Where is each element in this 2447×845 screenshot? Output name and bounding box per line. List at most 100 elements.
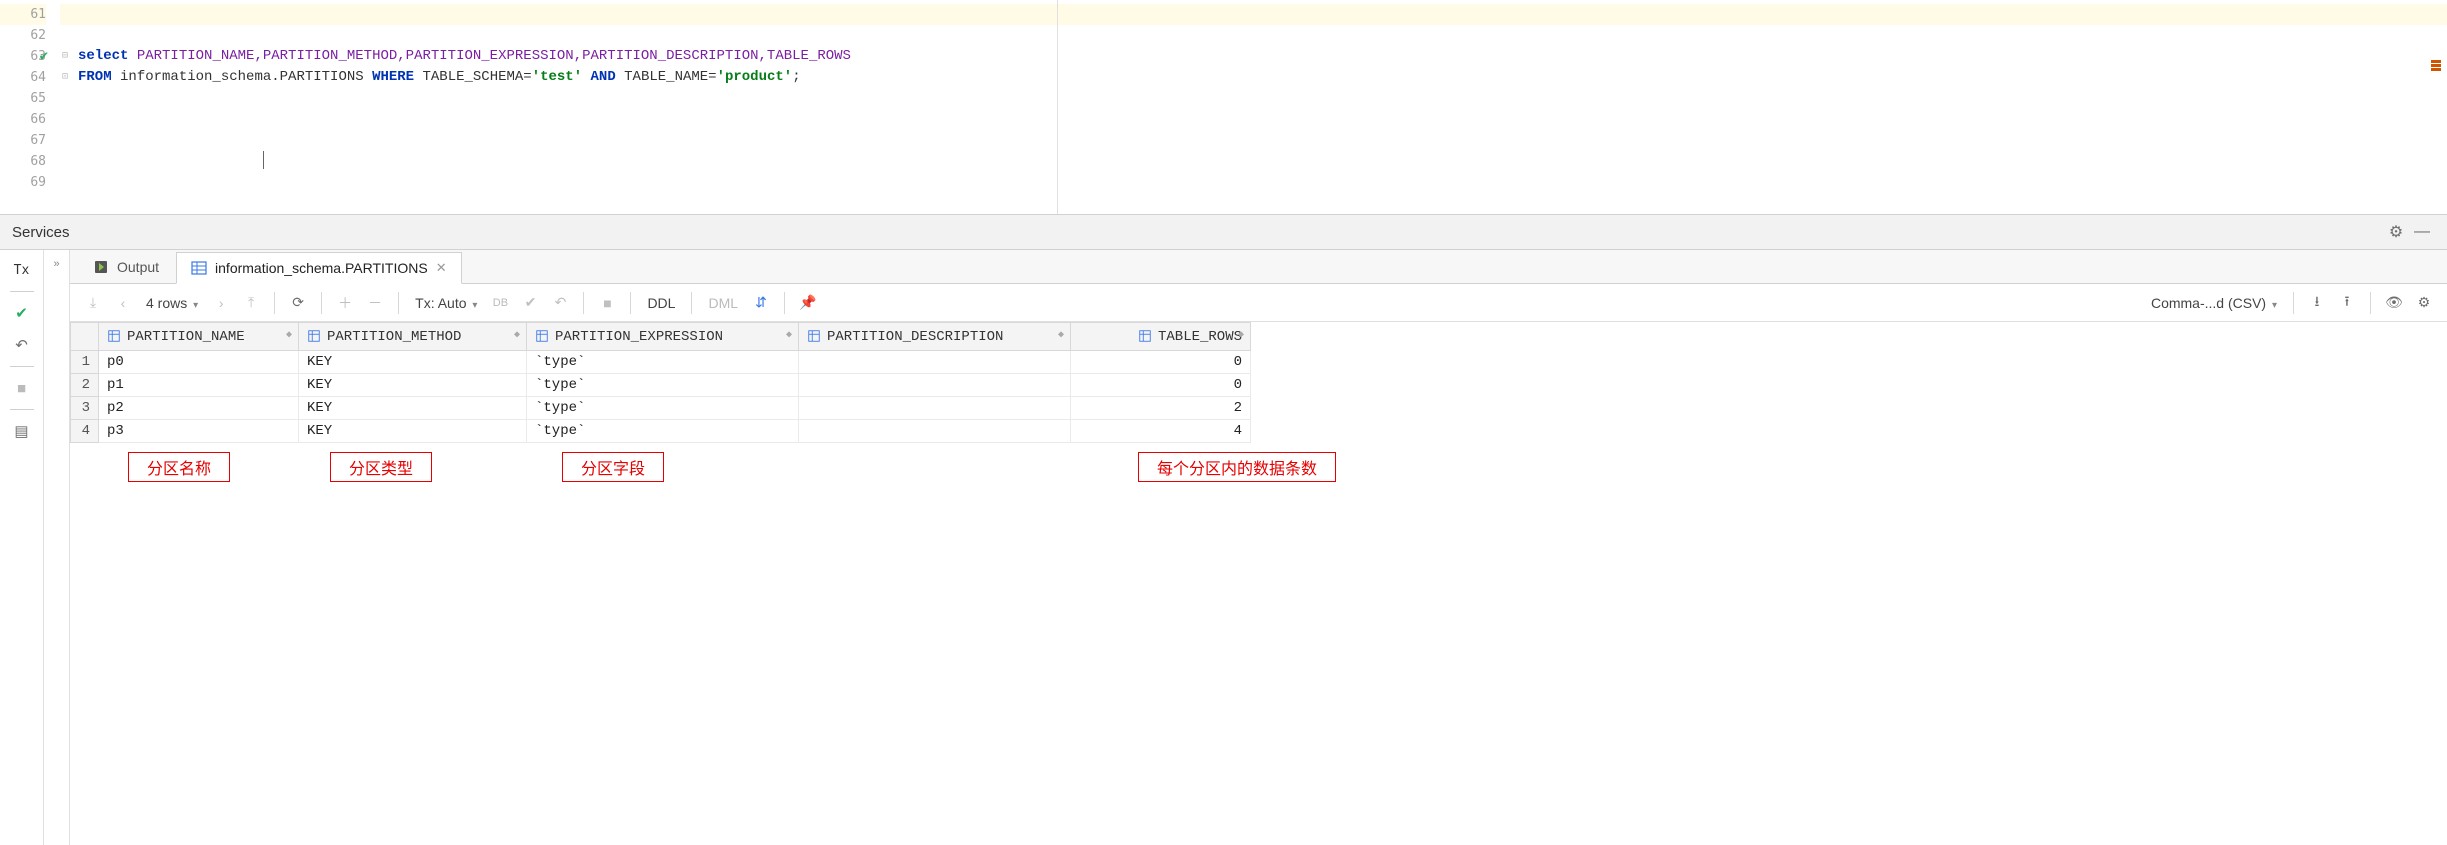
cell-table-rows[interactable]: 2 xyxy=(1071,397,1251,420)
layout-icon[interactable]: ▤ xyxy=(7,417,37,445)
cell-partition-description[interactable] xyxy=(799,420,1071,443)
separator xyxy=(2293,292,2294,314)
row-number-header[interactable] xyxy=(71,323,99,351)
code-line[interactable] xyxy=(60,130,2447,151)
sort-icon[interactable]: ◆ xyxy=(286,329,292,341)
revert-icon[interactable]: ↶ xyxy=(547,289,573,317)
row-number-cell[interactable]: 3 xyxy=(71,397,99,420)
cell-partition-description[interactable] xyxy=(799,397,1071,420)
cell-partition-expression[interactable]: `type` xyxy=(527,420,799,443)
cell-partition-name[interactable]: p2 xyxy=(99,397,299,420)
row-count[interactable]: 4 rows ▾ xyxy=(140,295,204,311)
dml-button[interactable]: DML xyxy=(702,295,744,311)
cell-table-rows[interactable]: 0 xyxy=(1071,374,1251,397)
annotation-partition-field: 分区字段 xyxy=(562,452,664,482)
separator xyxy=(274,292,275,314)
table-row[interactable]: 4p3KEY`type`4 xyxy=(71,420,1251,443)
sort-icon[interactable]: ◆ xyxy=(1238,329,1244,341)
cancel-query-icon[interactable]: ■ xyxy=(594,289,620,317)
sql-editor[interactable]: 61 62 63✔ 64 65 66 67 68 69 ⊟select PART… xyxy=(0,0,2447,215)
cell-partition-name[interactable]: p3 xyxy=(99,420,299,443)
tx-label[interactable]: Tx xyxy=(7,256,37,284)
cell-partition-expression[interactable]: `type` xyxy=(527,351,799,374)
add-row-icon[interactable]: ＋ xyxy=(332,289,358,317)
cell-partition-expression[interactable]: `type` xyxy=(527,397,799,420)
reload-icon[interactable]: ⟳ xyxy=(285,289,311,317)
cell-partition-method[interactable]: KEY xyxy=(299,351,527,374)
db-commit-icon[interactable]: DB xyxy=(487,289,513,317)
row-number-cell[interactable]: 1 xyxy=(71,351,99,374)
cell-partition-method[interactable]: KEY xyxy=(299,397,527,420)
code-line[interactable] xyxy=(60,88,2447,109)
submit-icon[interactable]: ✔ xyxy=(517,289,543,317)
fold-icon[interactable]: ⊡ xyxy=(62,67,68,88)
cell-table-rows[interactable]: 0 xyxy=(1071,351,1251,374)
column-header-partition-method[interactable]: PARTITION_METHOD◆ xyxy=(299,323,527,351)
fold-icon[interactable]: ⊟ xyxy=(62,46,68,67)
services-splitter[interactable]: » xyxy=(44,250,70,845)
remove-row-icon[interactable]: － xyxy=(362,289,388,317)
column-icon xyxy=(807,329,821,345)
separator xyxy=(321,292,322,314)
compare-icon[interactable]: ⇵ xyxy=(748,289,774,317)
upload-icon[interactable]: ⭱ xyxy=(2334,289,2360,317)
column-icon xyxy=(307,329,321,345)
sort-icon[interactable]: ◆ xyxy=(1058,329,1064,341)
minimize-icon[interactable]: — xyxy=(2409,223,2435,241)
settings-icon[interactable]: ⚙ xyxy=(2411,289,2437,317)
sort-icon[interactable]: ◆ xyxy=(514,329,520,341)
cell-partition-description[interactable] xyxy=(799,351,1071,374)
export-format[interactable]: Comma-...d (CSV) ▾ xyxy=(2145,295,2283,311)
tab-output[interactable]: Output xyxy=(78,251,174,283)
column-header-partition-description[interactable]: PARTITION_DESCRIPTION◆ xyxy=(799,323,1071,351)
pin-icon[interactable]: 📌 xyxy=(795,289,821,317)
sort-icon[interactable]: ◆ xyxy=(786,329,792,341)
table-row[interactable]: 1p0KEY`type` 0 xyxy=(71,351,1251,374)
services-panel-header[interactable]: Services ⚙ — xyxy=(0,215,2447,250)
download-icon[interactable]: ⭳ xyxy=(2304,289,2330,317)
chevron-right-icon[interactable]: » xyxy=(53,258,59,270)
separator xyxy=(691,292,692,314)
code-area[interactable]: ⊟select PARTITION_NAME,PARTITION_METHOD,… xyxy=(60,0,2447,214)
first-page-icon[interactable]: ⤓ xyxy=(80,289,106,317)
tx-mode[interactable]: Tx: Auto ▾ xyxy=(409,295,483,311)
margin-guide xyxy=(1057,0,1058,214)
cell-partition-expression[interactable]: `type` xyxy=(527,374,799,397)
stop-icon[interactable]: ■ xyxy=(7,374,37,402)
next-page-icon[interactable]: › xyxy=(208,289,234,317)
code-line[interactable] xyxy=(60,25,2447,46)
cell-partition-name[interactable]: p0 xyxy=(99,351,299,374)
results-grid[interactable]: PARTITION_NAME◆ PARTITION_METHOD◆ PARTIT… xyxy=(70,322,2447,845)
row-number-cell[interactable]: 2 xyxy=(71,374,99,397)
code-line[interactable] xyxy=(60,109,2447,130)
tab-partitions[interactable]: information_schema.PARTITIONS ✕ xyxy=(176,252,462,284)
table-row[interactable]: 2p1KEY`type` 0 xyxy=(71,374,1251,397)
commit-icon[interactable]: ✔ xyxy=(7,299,37,327)
cell-partition-method[interactable]: KEY xyxy=(299,374,527,397)
row-number-cell[interactable]: 4 xyxy=(71,420,99,443)
error-stripe[interactable] xyxy=(2431,60,2441,90)
gear-icon[interactable]: ⚙ xyxy=(2383,222,2409,242)
code-line[interactable] xyxy=(60,4,2447,25)
code-line[interactable] xyxy=(60,151,2447,172)
table-row[interactable]: 3p2KEY`type` 2 xyxy=(71,397,1251,420)
line-number: 63✔ xyxy=(0,46,46,67)
code-line[interactable]: ⊟select PARTITION_NAME,PARTITION_METHOD,… xyxy=(60,46,2447,67)
eye-icon[interactable]: 👁 xyxy=(2381,289,2407,317)
cell-table-rows[interactable]: 4 xyxy=(1071,420,1251,443)
column-header-table-rows[interactable]: TABLE_ROWS◆ xyxy=(1071,323,1251,351)
ddl-button[interactable]: DDL xyxy=(641,295,681,311)
prev-page-icon[interactable]: ‹ xyxy=(110,289,136,317)
cell-partition-method[interactable]: KEY xyxy=(299,420,527,443)
cell-partition-name[interactable]: p1 xyxy=(99,374,299,397)
column-header-partition-name[interactable]: PARTITION_NAME◆ xyxy=(99,323,299,351)
rollback-icon[interactable]: ↶ xyxy=(7,331,37,359)
data-table[interactable]: PARTITION_NAME◆ PARTITION_METHOD◆ PARTIT… xyxy=(70,322,1251,443)
column-header-partition-expression[interactable]: PARTITION_EXPRESSION◆ xyxy=(527,323,799,351)
cell-partition-description[interactable] xyxy=(799,374,1071,397)
last-page-icon[interactable]: ⤒ xyxy=(238,289,264,317)
column-icon xyxy=(107,329,121,345)
close-icon[interactable]: ✕ xyxy=(436,260,447,276)
code-line[interactable]: ⊡FROM information_schema.PARTITIONS WHER… xyxy=(60,67,2447,88)
code-line[interactable] xyxy=(60,172,2447,193)
